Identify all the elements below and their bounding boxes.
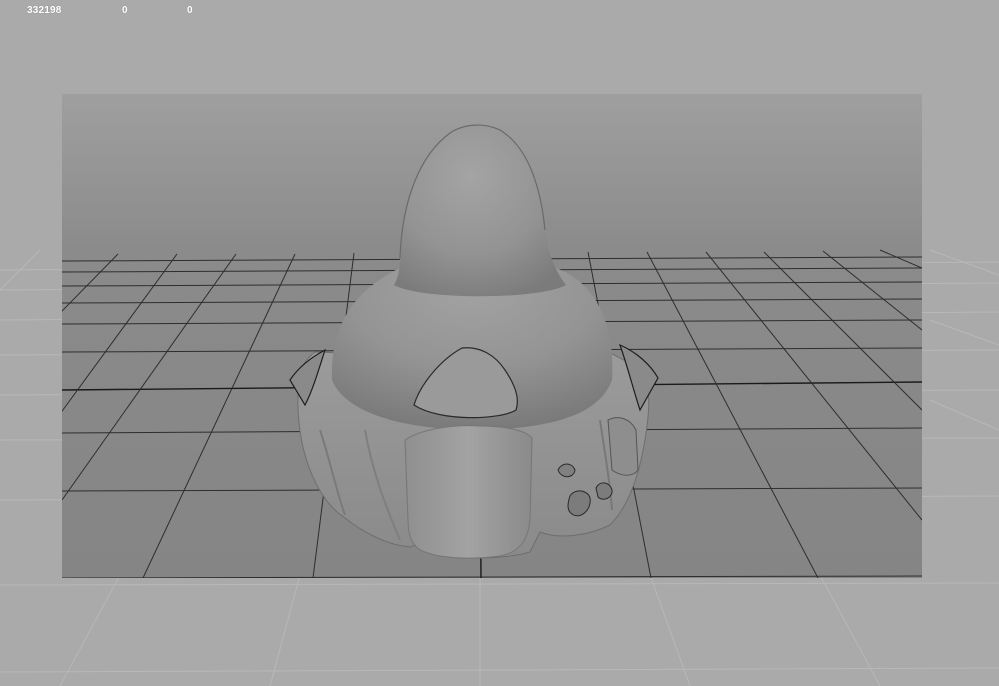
mesh-front-block [404, 425, 533, 559]
hud-stat-3: 0 [187, 5, 193, 16]
mesh-hole-1 [557, 463, 576, 478]
hud-stat-2: 0 [122, 5, 128, 16]
viewport-canvas[interactable] [0, 0, 999, 686]
mesh-hole-3 [595, 482, 613, 500]
3d-viewport[interactable]: 332198 0 0 [0, 0, 999, 686]
hud-stat-polycount: 332198 [27, 5, 62, 16]
mesh-right-panel [607, 417, 639, 476]
